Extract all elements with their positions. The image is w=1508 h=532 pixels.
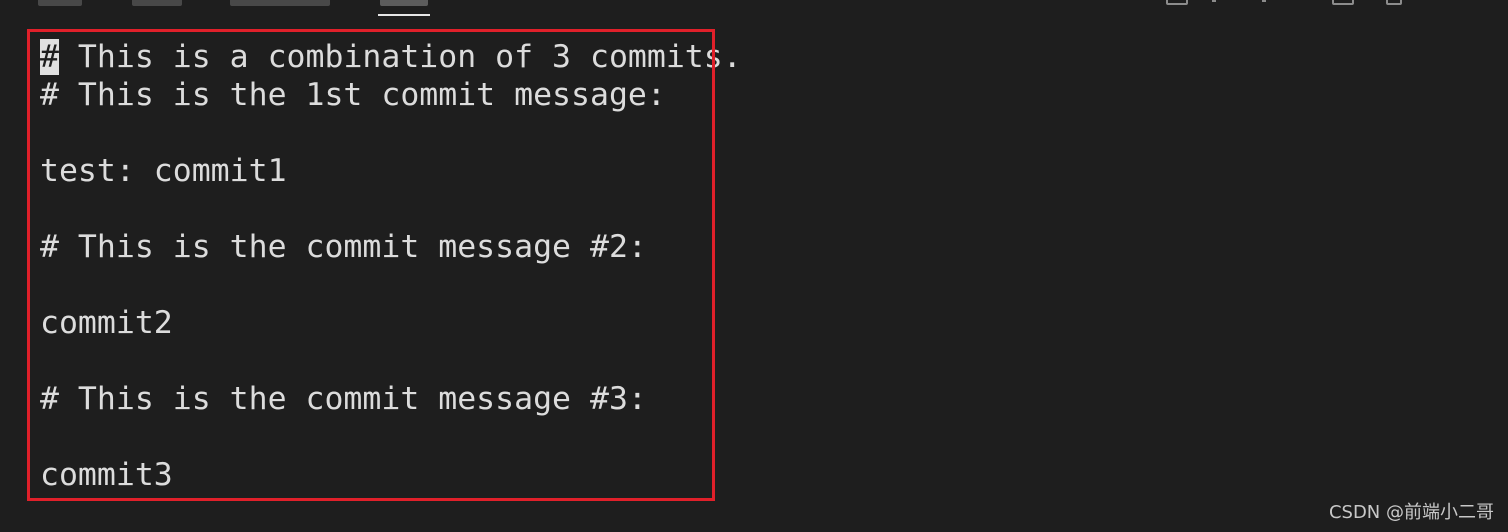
tab-3[interactable] bbox=[230, 0, 330, 6]
terminal-window: # This is a combination of 3 commits. # T… bbox=[0, 0, 1508, 532]
csdn-watermark: CSDN @前端小二哥 bbox=[1328, 502, 1494, 523]
top-tab-strip bbox=[0, 0, 1508, 18]
tab-active[interactable] bbox=[380, 0, 428, 6]
editor-line: commit3 bbox=[40, 457, 173, 493]
editor-line: # This is the commit message #3: bbox=[40, 381, 647, 417]
toolbar-icon[interactable] bbox=[1212, 0, 1216, 2]
tab-1[interactable] bbox=[38, 0, 82, 6]
tab-2[interactable] bbox=[132, 0, 182, 6]
commit-message-editor[interactable]: # This is a combination of 3 commits. # T… bbox=[40, 38, 800, 494]
active-tab-underline bbox=[378, 14, 430, 16]
text-cursor: # bbox=[40, 39, 59, 75]
editor-line-text: This is a combination of 3 commits. bbox=[58, 39, 742, 75]
editor-line: test: commit1 bbox=[40, 153, 287, 189]
split-icon[interactable] bbox=[1332, 0, 1354, 5]
toolbar-icon[interactable] bbox=[1262, 0, 1266, 2]
editor-line: # This is the commit message #2: bbox=[40, 229, 647, 265]
editor-line: # This is a combination of 3 commits. bbox=[40, 38, 800, 76]
copy-icon[interactable] bbox=[1386, 0, 1402, 5]
editor-line: # This is the 1st commit message: bbox=[40, 77, 666, 113]
editor-line: commit2 bbox=[40, 305, 173, 341]
panel-icon[interactable] bbox=[1166, 0, 1188, 5]
